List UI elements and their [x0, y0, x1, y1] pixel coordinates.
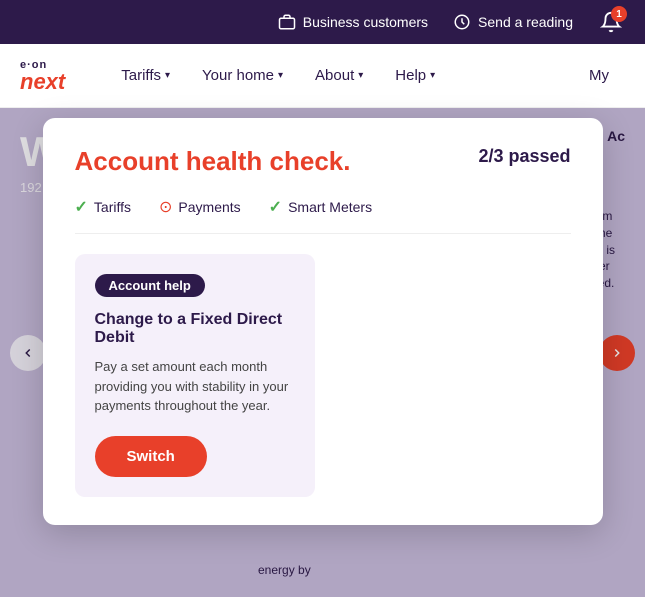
about-label: About [315, 67, 354, 84]
chevron-down-icon: ▾ [358, 70, 363, 81]
check-tariffs: ✓ Tariffs [75, 197, 132, 217]
business-customers-label: Business customers [303, 14, 428, 30]
check-payments: ⊙ Payments [159, 197, 241, 217]
check-warn-icon: ⊙ [159, 197, 172, 217]
account-help-badge: Account help [95, 274, 205, 297]
meter-icon [452, 12, 472, 32]
modal-header: Account health check. 2/3 passed [75, 146, 571, 177]
send-reading-link[interactable]: Send a reading [452, 12, 573, 32]
card-description: Pay a set amount each month providing yo… [95, 357, 295, 416]
modal-score: 2/3 passed [478, 146, 570, 167]
info-card: Account help Change to a Fixed Direct De… [75, 254, 315, 497]
nav-tariffs[interactable]: Tariffs ▾ [105, 44, 186, 108]
logo-next: next [20, 71, 65, 93]
chevron-down-icon: ▾ [165, 70, 170, 81]
briefcase-icon [277, 12, 297, 32]
health-checks: ✓ Tariffs ⊙ Payments ✓ Smart Meters [75, 197, 571, 234]
main-content: Wo 192 G Ac t paym payme ment is s after… [0, 108, 645, 597]
check-smart-meters-label: Smart Meters [288, 199, 372, 215]
chevron-down-icon: ▾ [278, 70, 283, 81]
check-payments-label: Payments [178, 199, 240, 215]
chevron-down-icon: ▾ [430, 70, 435, 81]
nav-about[interactable]: About ▾ [299, 44, 379, 108]
business-customers-link[interactable]: Business customers [277, 12, 428, 32]
top-bar: Business customers Send a reading 1 [0, 0, 645, 44]
notification-badge: 1 [611, 6, 627, 22]
account-health-modal: Account health check. 2/3 passed ✓ Tarif… [43, 118, 603, 525]
check-pass-icon: ✓ [75, 197, 88, 217]
switch-button[interactable]: Switch [95, 436, 207, 477]
help-label: Help [395, 67, 426, 84]
modal-overlay: Account health check. 2/3 passed ✓ Tarif… [0, 108, 645, 597]
tariffs-label: Tariffs [121, 67, 161, 84]
modal-title: Account health check. [75, 146, 351, 177]
nav-my[interactable]: My [573, 44, 625, 108]
your-home-label: Your home [202, 67, 274, 84]
my-label: My [589, 67, 609, 84]
logo: e·on next [20, 59, 65, 93]
nav-help[interactable]: Help ▾ [379, 44, 451, 108]
nav-your-home[interactable]: Your home ▾ [186, 44, 299, 108]
check-pass-icon-2: ✓ [269, 197, 282, 217]
notifications-button[interactable]: 1 [597, 8, 625, 36]
check-tariffs-label: Tariffs [94, 199, 131, 215]
send-reading-label: Send a reading [478, 14, 573, 30]
nav-bar: e·on next Tariffs ▾ Your home ▾ About ▾ … [0, 44, 645, 108]
card-title: Change to a Fixed Direct Debit [95, 311, 295, 347]
check-smart-meters: ✓ Smart Meters [269, 197, 372, 217]
